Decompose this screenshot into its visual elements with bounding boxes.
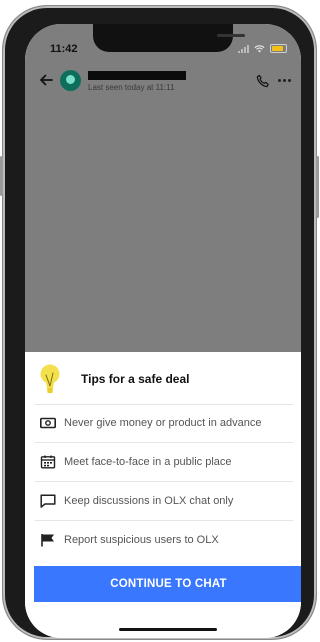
wifi-icon: [254, 44, 265, 53]
tip-item: Keep discussions in OLX chat only: [35, 482, 293, 521]
status-bar: 11:42: [25, 24, 301, 58]
continue-to-chat-button[interactable]: CONTINUE TO CHAT: [34, 566, 301, 602]
more-options-icon[interactable]: [278, 79, 291, 82]
calendar-icon: [40, 455, 56, 469]
screen: 11:42 Last seen today at 11:11 Tips for …: [25, 24, 301, 638]
signal-icon: [238, 44, 249, 53]
tip-item: Report suspicious users to OLX: [35, 521, 293, 559]
avatar[interactable]: [60, 70, 81, 91]
tip-text: Never give money or product in advance: [64, 417, 262, 429]
phone-frame: 11:42 Last seen today at 11:11 Tips for …: [0, 6, 319, 639]
tip-item: Meet face-to-face in a public place: [35, 443, 293, 482]
status-time: 11:42: [50, 43, 78, 55]
sheet-header: Tips for a safe deal: [35, 362, 293, 405]
status-icons: [238, 44, 287, 53]
battery-icon: [270, 44, 287, 53]
tips-list: Never give money or product in advance M…: [35, 404, 293, 559]
phone-icon[interactable]: [256, 74, 270, 88]
notch: [93, 24, 245, 52]
speaker: [217, 34, 245, 37]
chat-header: Last seen today at 11:11: [25, 70, 301, 98]
flag-icon: [41, 534, 54, 547]
light-bulb-icon: [40, 364, 60, 393]
home-indicator[interactable]: [119, 628, 217, 631]
back-arrow-icon[interactable]: [39, 73, 53, 87]
tip-text: Report suspicious users to OLX: [64, 534, 219, 546]
dimmed-chat-background[interactable]: 11:42 Last seen today at 11:11: [25, 24, 301, 352]
sheet-title: Tips for a safe deal: [81, 372, 190, 386]
tip-text: Keep discussions in OLX chat only: [64, 495, 234, 507]
tip-text: Meet face-to-face in a public place: [64, 456, 232, 468]
contact-name-redacted: [88, 71, 186, 80]
safety-tips-sheet: Tips for a safe deal Never give money or…: [25, 352, 301, 638]
money-icon: [40, 417, 56, 429]
last-seen-text: Last seen today at 11:11: [88, 83, 175, 92]
chat-bubble-icon: [40, 494, 56, 508]
tip-item: Never give money or product in advance: [35, 404, 293, 443]
